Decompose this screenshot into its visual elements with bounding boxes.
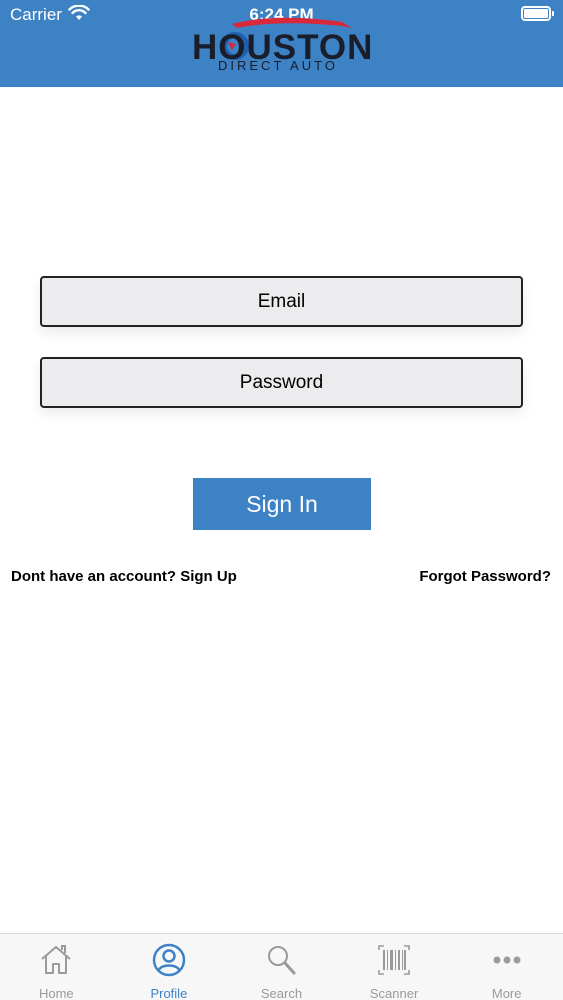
tab-search[interactable]: Search: [225, 934, 338, 1000]
tab-profile[interactable]: Profile: [113, 934, 226, 1000]
email-field-container[interactable]: [40, 276, 523, 327]
tab-home[interactable]: Home: [0, 934, 113, 1000]
sign-up-link[interactable]: Dont have an account? Sign Up: [11, 568, 237, 585]
houston-direct-auto-logo: HOUSTON DIRECT AUTO: [192, 14, 372, 76]
tab-label-profile: Profile: [150, 986, 188, 1000]
password-field[interactable]: [42, 359, 521, 406]
header-bar: Carrier 6:24 PM HOUSTON DIRECT AUTO: [0, 0, 563, 87]
sign-in-button[interactable]: Sign In: [193, 478, 371, 530]
tab-scanner[interactable]: Scanner: [338, 934, 451, 1000]
tab-bar: Home Profile Search Scanner More: [0, 933, 563, 1000]
tab-label-more: More: [491, 986, 522, 1000]
logo-subtext: DIRECT AUTO: [218, 58, 338, 73]
tab-label-home: Home: [38, 986, 74, 1000]
barcode-icon: [376, 942, 412, 983]
tab-label-scanner: Scanner: [369, 986, 419, 1000]
more-icon: [489, 942, 525, 983]
tab-label-search: Search: [260, 986, 303, 1000]
tab-more[interactable]: More: [450, 934, 563, 1000]
email-field[interactable]: [42, 278, 521, 325]
password-field-container[interactable]: [40, 357, 523, 408]
search-icon: [263, 942, 299, 983]
profile-icon: [151, 942, 187, 983]
home-icon: [38, 942, 74, 983]
forgot-password-link[interactable]: Forgot Password?: [419, 568, 551, 585]
battery-icon: [521, 6, 554, 21]
